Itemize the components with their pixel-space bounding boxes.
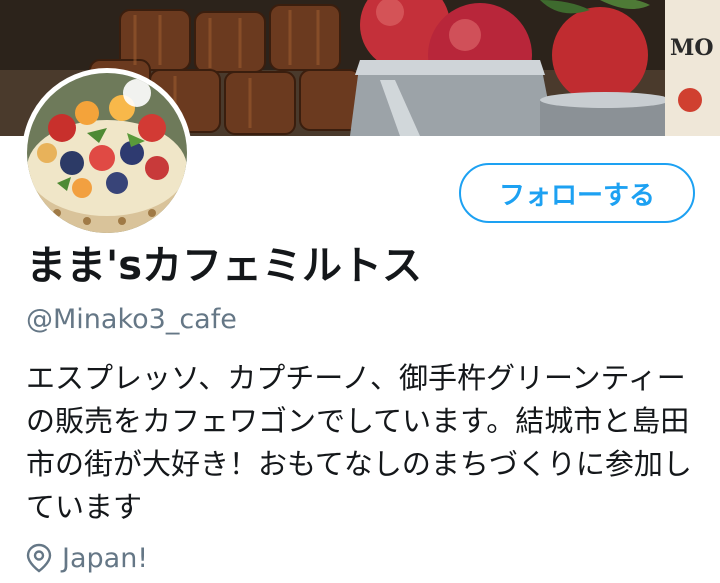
display-name: まま'sカフェミルトス xyxy=(26,243,423,289)
follow-button[interactable]: フォローする xyxy=(459,163,695,223)
profile-bio: エスプレッソ、カプチーノ、御手杵グリーンティーの販売をカフェワゴンでしています。… xyxy=(26,361,692,524)
avatar-photo xyxy=(27,73,187,233)
profile-location: Japan! xyxy=(26,536,148,580)
location-pin-icon xyxy=(26,543,52,573)
bottle-label: MO xyxy=(670,35,714,61)
user-handle[interactable]: @Minako3_cafe xyxy=(26,300,237,340)
profile-avatar[interactable] xyxy=(22,68,192,238)
location-text: Japan! xyxy=(62,542,149,574)
